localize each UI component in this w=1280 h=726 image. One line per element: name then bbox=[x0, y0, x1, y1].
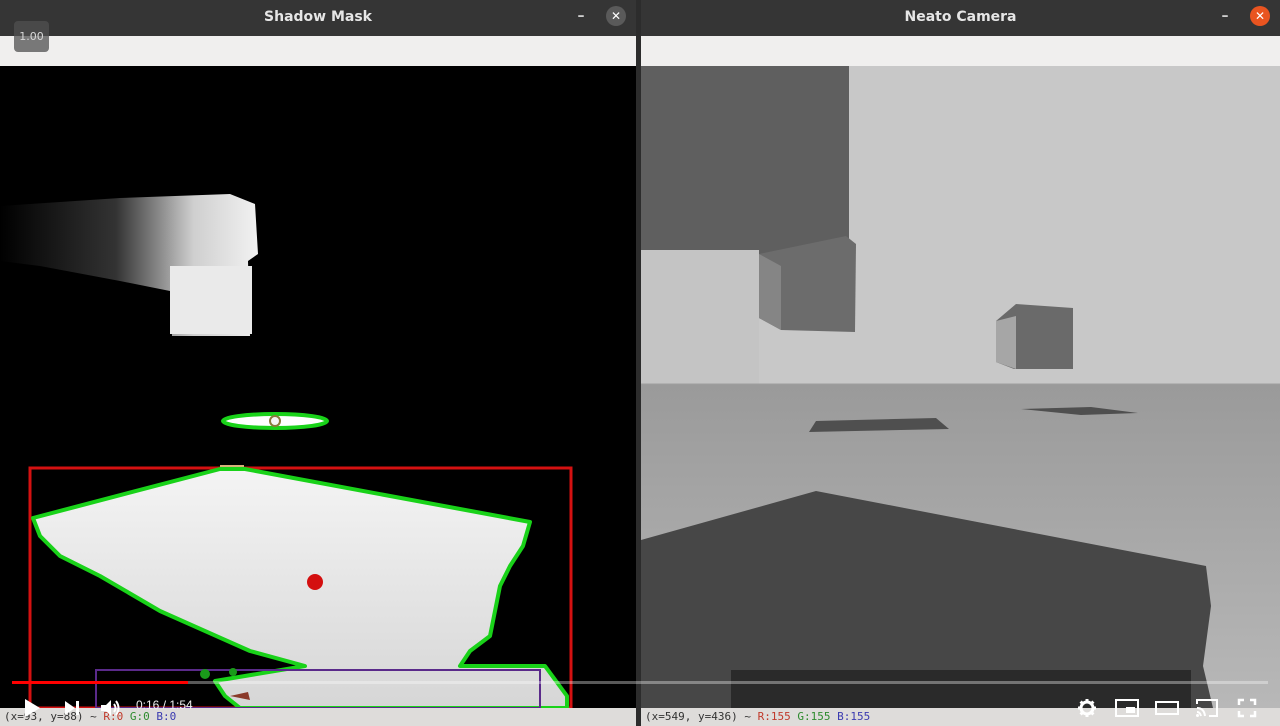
close-button[interactable]: ✕ bbox=[1250, 6, 1270, 26]
theater-button[interactable] bbox=[1152, 694, 1182, 722]
progress-bar[interactable] bbox=[12, 681, 1268, 684]
volume-icon bbox=[101, 700, 120, 716]
small-centroid bbox=[269, 415, 281, 427]
next-icon bbox=[65, 701, 79, 715]
miniplayer-button[interactable] bbox=[1112, 694, 1142, 722]
shadow-mask-image bbox=[0, 66, 636, 708]
minimize-button[interactable]: – bbox=[571, 6, 591, 26]
cast-icon bbox=[1196, 699, 1218, 717]
toolbar bbox=[0, 36, 636, 67]
fullscreen-button[interactable] bbox=[1233, 694, 1261, 722]
titlebar: Neato Camera – ✕ bbox=[641, 0, 1280, 36]
player-controls: 0:16 / 1:54 bbox=[0, 690, 1280, 726]
speed-badge: 1.00 bbox=[14, 21, 49, 52]
progress-played bbox=[12, 681, 188, 684]
window-title: Shadow Mask bbox=[264, 9, 372, 25]
camera-image bbox=[641, 66, 1280, 708]
toolbar bbox=[641, 36, 1280, 67]
next-button[interactable] bbox=[58, 694, 86, 722]
miniplayer-icon bbox=[1115, 699, 1139, 717]
minimize-button[interactable]: – bbox=[1215, 6, 1235, 26]
close-button[interactable]: ✕ bbox=[606, 6, 626, 26]
titlebar: Shadow Mask – ✕ bbox=[0, 0, 636, 36]
window-title: Neato Camera bbox=[904, 9, 1017, 25]
play-button[interactable] bbox=[18, 694, 46, 722]
volume-button[interactable] bbox=[97, 694, 125, 722]
shadow-blob-bottom bbox=[170, 266, 252, 334]
wall-shadow-block bbox=[641, 66, 849, 250]
centroid bbox=[307, 574, 323, 590]
neato-camera-window: Neato Camera – ✕ (x=549, y=436) ~ R:155 … bbox=[641, 0, 1280, 726]
theater-icon bbox=[1155, 701, 1179, 715]
time-display: 0:16 / 1:54 bbox=[136, 698, 193, 712]
settings-icon bbox=[1078, 699, 1096, 717]
settings-button[interactable] bbox=[1074, 694, 1100, 722]
play-icon bbox=[25, 699, 40, 717]
sub-centroid bbox=[200, 669, 210, 679]
cast-button[interactable] bbox=[1192, 694, 1222, 722]
fullscreen-icon bbox=[1237, 698, 1257, 718]
sub-centroid-2 bbox=[229, 668, 237, 676]
shadow-mask-window: Shadow Mask – ✕ (x=93, y=88) ~ R:0 G:0 B… bbox=[0, 0, 636, 726]
